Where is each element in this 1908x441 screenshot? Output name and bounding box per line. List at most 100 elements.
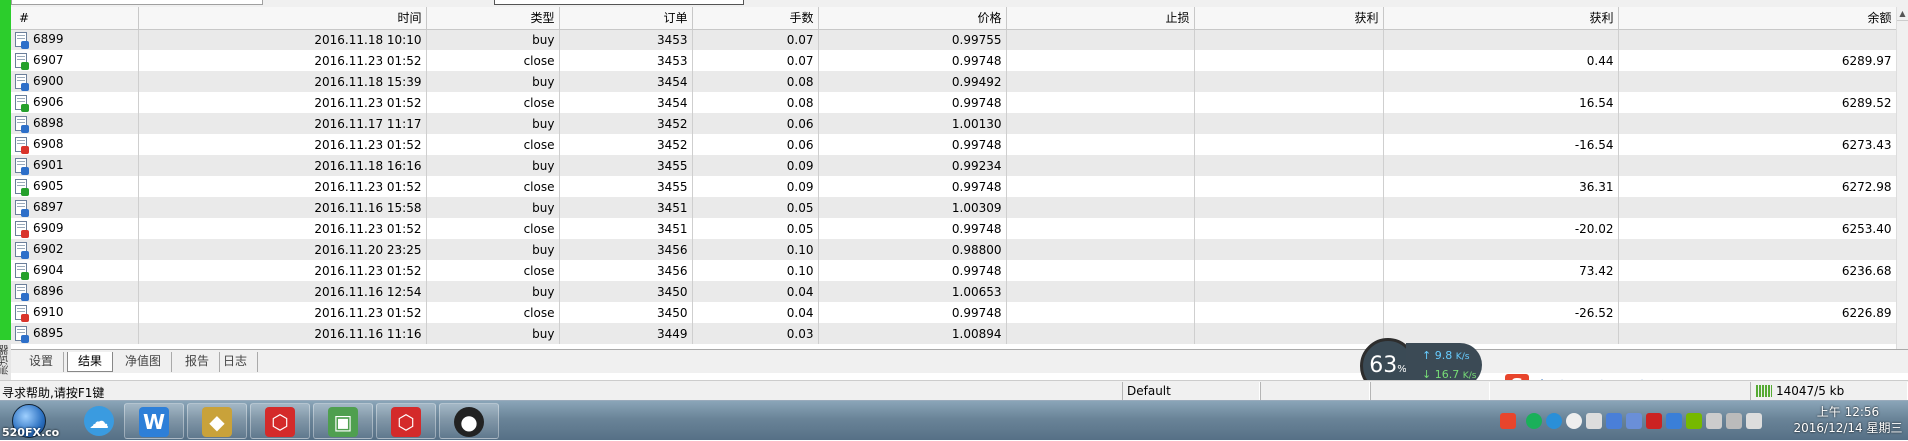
network-status-tray-icon[interactable] [1726,413,1742,429]
cell-id: 6896 [11,281,139,302]
table-row[interactable]: 6909 2016.11.23 01:52 close 3451 0.05 0.99748… [11,218,1896,239]
table-row[interactable]: 6906 2016.11.23 01:52 close 3454 0.08 0.99748… [11,92,1896,113]
volume-tray-icon[interactable] [1746,413,1762,429]
close-loss-marker-icon [21,314,29,322]
cell-id: 6908 [11,134,139,155]
deal-document-icon [15,53,29,70]
table-row[interactable]: 6900 2016.11.18 15:39 buy 3454 0.08 0.99492 [11,71,1896,92]
table-row[interactable]: 6908 2016.11.23 01:52 close 3452 0.06 0.99748… [11,134,1896,155]
cell-type: buy [426,281,560,302]
update-tray-icon[interactable] [1546,413,1562,429]
cell-order: 3450 [559,281,693,302]
network-tray-icon[interactable] [1606,413,1622,429]
cell-lots: 0.10 [692,239,819,260]
column-header-price[interactable]: 价格 [818,7,1007,30]
tab-journal[interactable]: 日志 [213,352,259,372]
column-header-stop-loss[interactable]: 止损 [1006,7,1195,30]
cell-id: 6909 [11,218,139,239]
cell-lots: 0.09 [692,176,819,197]
table-row[interactable]: 6910 2016.11.23 01:52 close 3450 0.04 0.99748… [11,302,1896,323]
table-row[interactable]: 6898 2016.11.17 11:17 buy 3452 0.06 1.00130 [11,113,1896,134]
column-header-type[interactable]: 类型 [426,7,560,30]
display-tray-icon[interactable] [1626,413,1642,429]
nvidia-tray-icon[interactable] [1686,413,1702,429]
close-profit-marker-icon [21,188,29,196]
cell-time: 2016.11.16 15:58 [138,197,427,218]
status-segment [1260,382,1370,400]
column-header-lots[interactable]: 手数 [692,7,819,30]
cell-id: 6905 [11,176,139,197]
taskbar-wps-app[interactable]: W [124,403,184,439]
tab-equity-chart[interactable]: 净值图 [115,352,173,372]
cell-stop-loss [1006,197,1195,218]
table-row[interactable]: 6905 2016.11.23 01:52 close 3455 0.09 0.99748… [11,176,1896,197]
scroll-up-arrow-icon[interactable]: ▲ [1897,7,1908,21]
table-row[interactable]: 6896 2016.11.16 12:54 buy 3450 0.04 1.00653 [11,281,1896,302]
connection-bars-icon [1756,385,1772,397]
tester-side-bar[interactable]: 测试器 [0,0,11,402]
cell-lots: 0.10 [692,260,819,281]
taskbar-clock[interactable]: 上午 12:56 2016/12/14 星期三 [1790,404,1906,436]
sogou-tray-icon[interactable] [1500,413,1516,429]
table-row[interactable]: 6904 2016.11.23 01:52 close 3456 0.10 0.99748… [11,260,1896,281]
column-header-id[interactable]: # [11,7,139,30]
top-field-right[interactable] [494,0,744,5]
cell-price: 0.99492 [818,71,1007,92]
close-profit-marker-icon [21,272,29,280]
metatrader-icon: ⬡ [391,407,421,437]
deal-id: 6908 [33,137,64,151]
buy-marker-icon [21,335,29,343]
cell-type: buy [426,155,560,176]
table-row[interactable]: 6901 2016.11.18 16:16 buy 3455 0.09 0.99234 [11,155,1896,176]
deal-id: 6909 [33,221,64,235]
deal-id: 6899 [33,32,64,47]
buy-marker-icon [21,251,29,259]
cell-lots: 0.05 [692,218,819,239]
table-row[interactable]: 6902 2016.11.20 23:25 buy 3456 0.10 0.98800 [11,239,1896,260]
vertical-scrollbar[interactable]: ▲ [1896,7,1908,349]
chart-icon: ◆ [202,407,232,437]
deal-id: 6902 [33,242,64,256]
column-header-order[interactable]: 订单 [559,7,693,30]
taskbar-metatrader-app-2[interactable]: ⬡ [376,403,436,439]
taskbar-chart-app[interactable]: ◆ [187,403,247,439]
table-row[interactable]: 6897 2016.11.16 15:58 buy 3451 0.05 1.00309 [11,197,1896,218]
taskbar-cloud-app[interactable]: ☁ [80,403,124,439]
taskbar-metatrader-app-1[interactable]: ⬡ [250,403,310,439]
tab-results[interactable]: 结果 [67,352,114,372]
cell-take-profit [1194,197,1384,218]
top-field-left[interactable] [11,0,263,5]
table-row[interactable]: 6907 2016.11.23 01:52 close 3453 0.07 0.99748… [11,50,1896,71]
column-header-profit[interactable]: 获利 [1383,7,1619,30]
flag-tray-icon[interactable] [1706,413,1722,429]
cell-take-profit [1194,71,1384,92]
cell-price: 0.99755 [818,29,1007,50]
cell-stop-loss [1006,302,1195,323]
tab-settings[interactable]: 设置 [19,352,65,372]
deal-document-icon [15,32,29,50]
top-toolbar-strip [11,0,1908,7]
column-header-time[interactable]: 时间 [138,7,427,30]
column-header-take-profit[interactable]: 获利 [1194,7,1384,30]
cell-order: 3454 [559,71,693,92]
media-tray-icon[interactable] [1566,413,1582,429]
cell-id: 6899 [11,29,139,50]
cell-take-profit [1194,113,1384,134]
taskbar-control-panel-app[interactable]: ▣ [313,403,373,439]
green-circle-tray-icon[interactable] [1526,413,1542,429]
table-row[interactable]: 6899 2016.11.18 10:10 buy 3453 0.07 0.99755 [11,29,1896,50]
taskbar-qq-app[interactable]: ● [439,403,499,439]
column-header-balance[interactable]: 余额 [1618,7,1896,30]
cell-lots: 0.08 [692,71,819,92]
deal-document-icon [15,284,29,301]
cell-take-profit [1194,323,1384,344]
antivirus-tray-icon[interactable] [1646,413,1662,429]
shield-tray-icon[interactable] [1666,413,1682,429]
tools-tray-icon[interactable] [1586,413,1602,429]
cell-balance [1618,113,1896,134]
table-row[interactable]: 6895 2016.11.16 11:16 buy 3449 0.03 1.00894 [11,323,1896,344]
cell-profit: 36.31 [1383,176,1619,197]
cell-order: 3450 [559,302,693,323]
start-button[interactable]: 520FX.co [2,402,76,440]
cell-lots: 0.04 [692,281,819,302]
